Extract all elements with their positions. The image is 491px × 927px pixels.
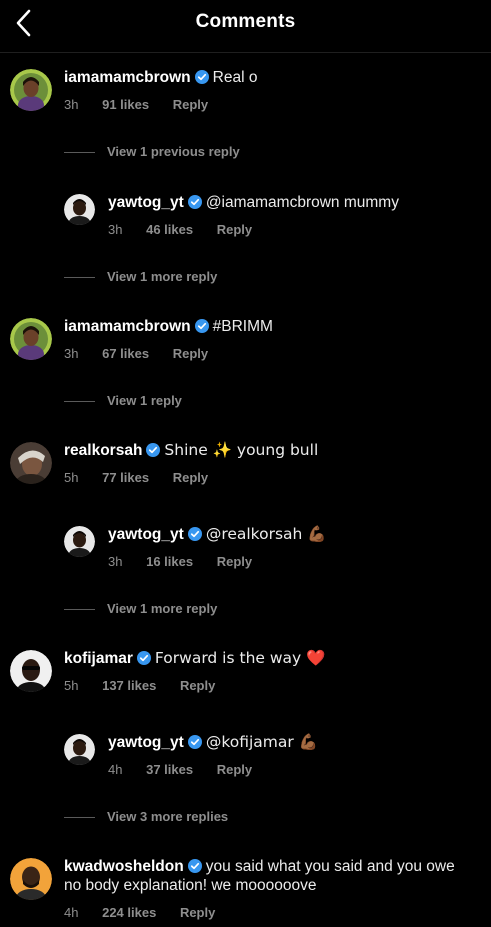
- username[interactable]: kofijamar: [64, 650, 133, 667]
- reply-button[interactable]: Reply: [180, 905, 215, 920]
- reply-button[interactable]: Reply: [173, 470, 208, 485]
- verified-badge-icon: [187, 527, 202, 541]
- comment-text: @realkorsah 💪🏾: [205, 525, 327, 543]
- reply-button[interactable]: Reply: [217, 762, 252, 777]
- view-replies-label: View 1 previous reply: [107, 144, 240, 159]
- divider: [64, 152, 95, 154]
- avatar[interactable]: [64, 194, 95, 225]
- comment-text: Forward is the way ❤️: [154, 649, 326, 667]
- comment-line: kwadwosheldon you said what you said and …: [64, 857, 459, 895]
- likes-count[interactable]: 67 likes: [102, 346, 149, 361]
- comment-meta: 3h 91 likes Reply: [64, 97, 208, 112]
- comment-line: kofijamar Forward is the way ❤️: [64, 649, 325, 668]
- avatar[interactable]: [64, 526, 95, 557]
- comment-meta: 3h 67 likes Reply: [64, 346, 208, 361]
- username[interactable]: realkorsah: [64, 442, 142, 459]
- comment-text: #BRIMM: [212, 318, 273, 335]
- comment-meta: 3h 46 likes Reply: [108, 222, 252, 237]
- view-replies-button[interactable]: View 1 more reply: [64, 601, 217, 616]
- verified-badge-icon: [194, 70, 209, 84]
- username[interactable]: iamamamcbrown: [64, 69, 191, 86]
- username[interactable]: yawtog_yt: [108, 734, 184, 751]
- verified-badge-icon: [136, 651, 151, 665]
- likes-count[interactable]: 137 likes: [102, 678, 156, 693]
- view-replies-label: View 1 more reply: [107, 269, 218, 284]
- page-title: Comments: [195, 11, 296, 32]
- comment-text: Shine ✨ young bull: [164, 441, 319, 459]
- comment-line: yawtog_yt @realkorsah 💪🏾: [108, 525, 327, 544]
- comment-time: 3h: [64, 346, 79, 361]
- avatar[interactable]: [10, 318, 52, 360]
- likes-count[interactable]: 37 likes: [146, 762, 193, 777]
- avatar[interactable]: [10, 650, 52, 692]
- view-replies-label: View 1 reply: [107, 393, 182, 408]
- avatar[interactable]: [10, 69, 52, 111]
- comment-time: 3h: [108, 554, 123, 569]
- comment-time: 4h: [64, 905, 79, 920]
- verified-badge-icon: [146, 443, 161, 457]
- divider: [64, 817, 95, 819]
- likes-count[interactable]: 91 likes: [102, 97, 149, 112]
- divider: [64, 401, 95, 403]
- header-bar: Comments: [0, 0, 491, 53]
- comment-time: 3h: [108, 222, 123, 237]
- comment-time: 5h: [64, 678, 79, 693]
- username[interactable]: yawtog_yt: [108, 194, 184, 211]
- likes-count[interactable]: 77 likes: [102, 470, 149, 485]
- reply-button[interactable]: Reply: [217, 222, 252, 237]
- reply-button[interactable]: Reply: [173, 346, 208, 361]
- view-replies-button[interactable]: View 1 previous reply: [64, 144, 240, 159]
- reply-button[interactable]: Reply: [180, 678, 215, 693]
- comment-line: realkorsah Shine ✨ young bull: [64, 441, 318, 460]
- comment-text: @kofijamar 💪🏾: [205, 733, 318, 751]
- comment-line: yawtog_yt @kofijamar 💪🏾: [108, 733, 318, 752]
- likes-count[interactable]: 224 likes: [102, 905, 156, 920]
- verified-badge-icon: [187, 195, 202, 209]
- username[interactable]: iamamamcbrown: [64, 318, 191, 335]
- verified-badge-icon: [194, 319, 209, 333]
- comment-text: Real o: [212, 69, 258, 86]
- verified-badge-icon: [187, 859, 202, 873]
- comment-line: iamamamcbrown #BRIMM: [64, 317, 273, 336]
- avatar[interactable]: [10, 858, 52, 900]
- comment-meta: 5h 137 likes Reply: [64, 678, 215, 693]
- divider: [64, 277, 95, 279]
- view-replies-button[interactable]: View 1 more reply: [64, 269, 217, 284]
- comment-meta: 4h 37 likes Reply: [108, 762, 252, 777]
- view-replies-label: View 1 more reply: [107, 601, 218, 616]
- avatar[interactable]: [10, 442, 52, 484]
- comment-line: yawtog_yt @iamamamcbrown mummy: [108, 193, 399, 212]
- comment-meta: 5h 77 likes Reply: [64, 470, 208, 485]
- reply-button[interactable]: Reply: [173, 97, 208, 112]
- view-replies-button[interactable]: View 3 more replies: [64, 809, 228, 824]
- reply-button[interactable]: Reply: [217, 554, 252, 569]
- likes-count[interactable]: 16 likes: [146, 554, 193, 569]
- likes-count[interactable]: 46 likes: [146, 222, 193, 237]
- comment-meta: 3h 16 likes Reply: [108, 554, 252, 569]
- comment-time: 5h: [64, 470, 79, 485]
- divider: [64, 609, 95, 611]
- avatar[interactable]: [64, 734, 95, 765]
- username[interactable]: kwadwosheldon: [64, 858, 184, 875]
- view-replies-label: View 3 more replies: [107, 809, 229, 824]
- comment-line: iamamamcbrown Real o: [64, 68, 257, 87]
- comment-text: @iamamamcbrown mummy: [205, 194, 399, 211]
- comment-time: 3h: [64, 97, 79, 112]
- comment-time: 4h: [108, 762, 123, 777]
- username[interactable]: yawtog_yt: [108, 526, 184, 543]
- comment-meta: 4h 224 likes Reply: [64, 905, 215, 920]
- verified-badge-icon: [187, 735, 202, 749]
- view-replies-button[interactable]: View 1 reply: [64, 393, 182, 408]
